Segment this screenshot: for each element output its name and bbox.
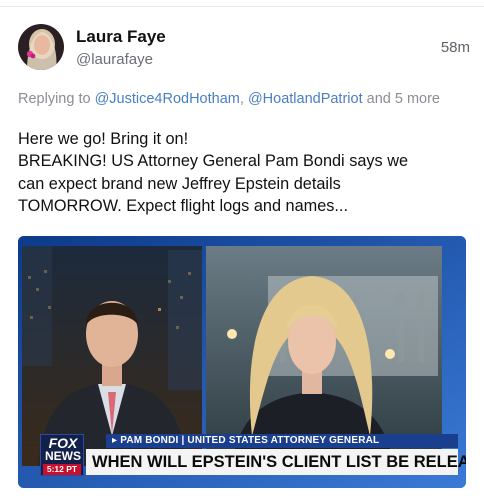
chyron-headline: WHEN WILL EPSTEIN'S CLIENT LIST BE RELEA… bbox=[86, 449, 466, 475]
logo-text-news: NEWS bbox=[45, 449, 81, 463]
mention-link[interactable]: @HoatlandPatriot bbox=[248, 91, 363, 107]
more-replies-link[interactable]: and 5 more bbox=[363, 91, 440, 107]
replying-prefix: Replying to bbox=[18, 91, 95, 107]
replying-to-line: Replying to @Justice4RodHotham, @Hoatlan… bbox=[18, 91, 440, 107]
broadcast-time-badge: 5:12 PT bbox=[43, 464, 81, 475]
post-text-line: BREAKING! US Attorney General Pam Bondi … bbox=[18, 152, 409, 171]
mention-separator: , bbox=[239, 91, 248, 107]
top-divider bbox=[0, 6, 484, 7]
chyron-nameplate: ▸ PAM BONDI | UNITED STATES ATTORNEY GEN… bbox=[106, 434, 458, 448]
logo-text-fox: FOX bbox=[48, 435, 78, 451]
post-header: Laura Faye @laurafaye 58m bbox=[18, 24, 470, 74]
author-names: Laura Faye @laurafaye bbox=[76, 27, 166, 70]
post-body: Here we go! Bring it on! BREAKING! US At… bbox=[18, 128, 470, 217]
fox-news-logo: FOX NEWS 5:12 PT bbox=[40, 434, 84, 476]
post-text-line: can expect brand new Jeffrey Epstein det… bbox=[18, 174, 341, 193]
mention-link[interactable]: @Justice4RodHotham bbox=[95, 91, 240, 107]
avatar[interactable] bbox=[18, 24, 64, 70]
post-timestamp[interactable]: 58m bbox=[441, 39, 470, 56]
post-text-line: Here we go! Bring it on! bbox=[18, 130, 189, 148]
author-display-name[interactable]: Laura Faye bbox=[76, 27, 166, 47]
post-media-image[interactable]: FOX NEWS 5:12 PT ▸ PAM BONDI | UNITED ST… bbox=[18, 236, 466, 488]
post-text-line: TOMORROW. Expect flight logs and names..… bbox=[18, 196, 348, 215]
author-handle[interactable]: @laurafaye bbox=[76, 50, 166, 70]
